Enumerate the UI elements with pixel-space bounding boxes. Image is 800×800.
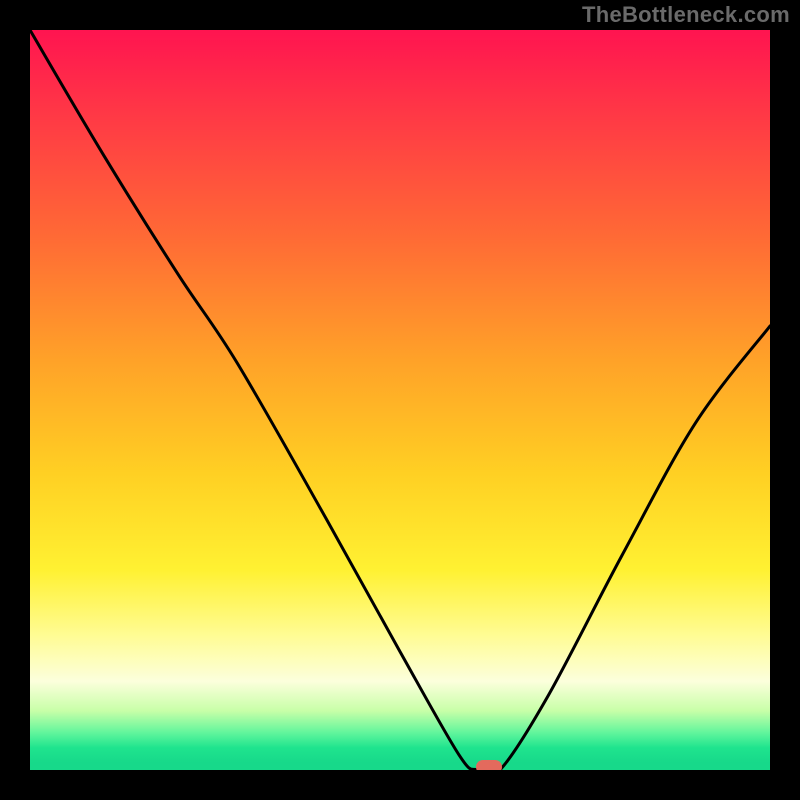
watermark-text: TheBottleneck.com [582, 2, 790, 28]
bottleneck-curve [30, 30, 770, 770]
optimal-marker [476, 760, 502, 770]
chart-frame: TheBottleneck.com [0, 0, 800, 800]
plot-area [30, 30, 770, 770]
